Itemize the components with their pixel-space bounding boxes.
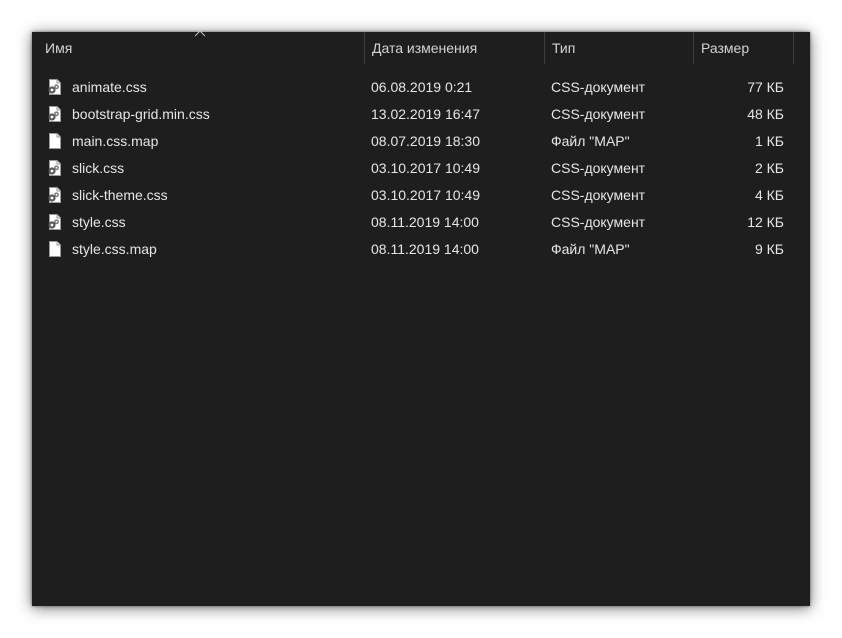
column-header-type[interactable]: Тип: [544, 32, 693, 64]
file-list: animate.css 06.08.2019 0:21 CSS-документ…: [32, 74, 810, 263]
file-name: style.css: [72, 214, 126, 230]
file-size: 1 КБ: [754, 133, 784, 149]
file-name: slick.css: [72, 160, 125, 176]
file-size: 48 КБ: [747, 106, 784, 122]
file-type: Файл "MAP": [551, 133, 630, 149]
file-type: CSS-документ: [551, 106, 646, 122]
file-date-modified: 08.11.2019 14:00: [371, 241, 479, 257]
file-size: 4 КБ: [754, 187, 784, 203]
file-date-modified: 08.07.2019 18:30: [371, 133, 480, 149]
file-type: CSS-документ: [551, 187, 646, 203]
file-size: 2 КБ: [754, 160, 784, 176]
file-date-modified: 03.10.2017 10:49: [371, 187, 480, 203]
file-date-modified: 08.11.2019 14:00: [371, 214, 479, 230]
file-type: CSS-документ: [551, 79, 646, 95]
column-header-size[interactable]: Размер: [693, 32, 794, 64]
file-name: main.css.map: [72, 133, 159, 149]
file-name: style.css.map: [72, 241, 157, 257]
blank-file-icon: [46, 240, 64, 258]
file-size: 9 КБ: [754, 241, 784, 257]
file-type: CSS-документ: [551, 214, 646, 230]
file-row[interactable]: main.css.map 08.07.2019 18:30 Файл "MAP"…: [32, 128, 810, 155]
column-header-bar: Имя Дата изменения Тип Размер: [32, 30, 810, 64]
file-row[interactable]: bootstrap-grid.min.css 13.02.2019 16:47 …: [32, 101, 810, 128]
file-row[interactable]: style.css.map 08.11.2019 14:00 Файл "MAP…: [32, 236, 810, 263]
file-name: slick-theme.css: [72, 187, 168, 203]
blank-file-icon: [46, 132, 64, 150]
file-type: Файл "MAP": [551, 241, 630, 257]
file-size: 77 КБ: [747, 79, 784, 95]
file-explorer-window: Имя Дата изменения Тип Размер animate.cs…: [32, 30, 810, 606]
file-date-modified: 13.02.2019 16:47: [371, 106, 480, 122]
css-file-icon: [46, 105, 64, 123]
css-file-icon: [46, 186, 64, 204]
css-file-icon: [46, 78, 64, 96]
file-size: 12 КБ: [747, 214, 784, 230]
column-header-date-modified[interactable]: Дата изменения: [364, 32, 544, 64]
file-row[interactable]: slick.css 03.10.2017 10:49 CSS-документ …: [32, 155, 810, 182]
file-name: bootstrap-grid.min.css: [72, 106, 210, 122]
file-row[interactable]: animate.css 06.08.2019 0:21 CSS-документ…: [32, 74, 810, 101]
file-row[interactable]: style.css 08.11.2019 14:00 CSS-документ …: [32, 209, 810, 236]
file-date-modified: 03.10.2017 10:49: [371, 160, 480, 176]
file-type: CSS-документ: [551, 160, 646, 176]
file-row[interactable]: slick-theme.css 03.10.2017 10:49 CSS-док…: [32, 182, 810, 209]
file-name: animate.css: [72, 79, 147, 95]
css-file-icon: [46, 159, 64, 177]
css-file-icon: [46, 213, 64, 231]
column-header-name[interactable]: Имя: [38, 32, 364, 64]
file-date-modified: 06.08.2019 0:21: [371, 79, 473, 95]
